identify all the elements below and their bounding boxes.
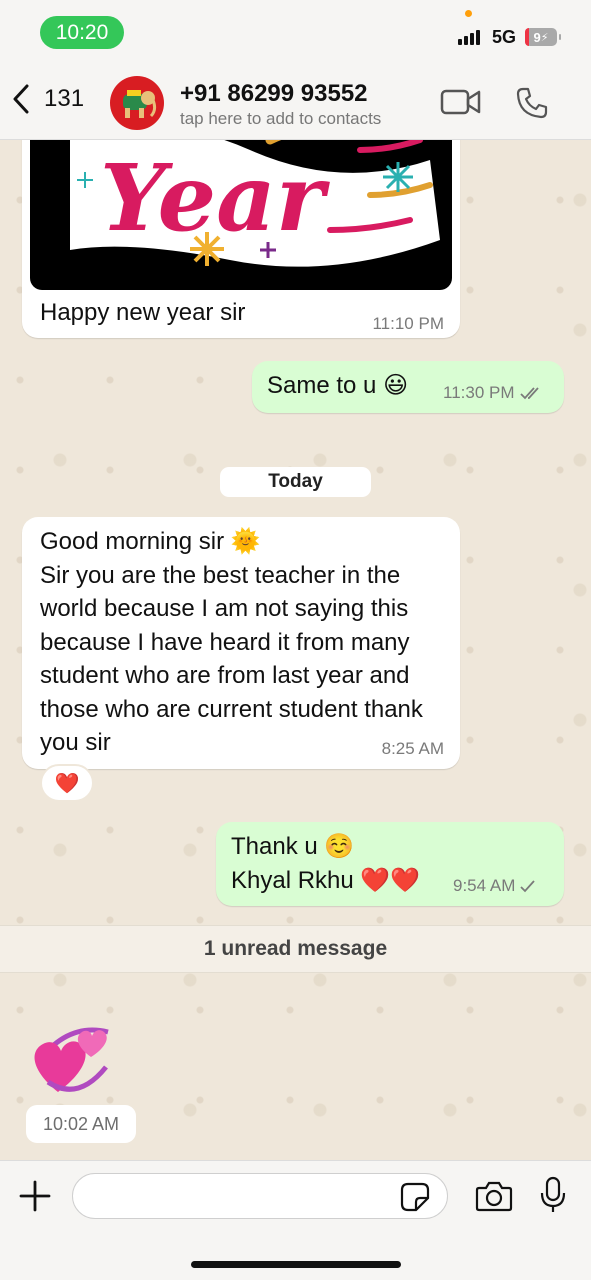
message-bubble-incoming[interactable]: Good morning sir 🌞 Sir you are the best … [22,517,460,769]
composer-bar [0,1160,591,1280]
video-camera-icon [440,89,481,115]
video-call-button[interactable] [440,88,482,121]
sticker-button[interactable] [400,1182,430,1217]
single-check-icon [520,880,536,893]
message-text: Same to u 😃 [267,372,409,399]
svg-text:Year: Year [100,144,331,252]
elephant-icon [123,90,157,118]
message-bubble-outgoing[interactable]: Same to u 😃 11:30 PM [252,361,564,413]
unread-divider: 1 unread message [0,925,591,973]
status-time: 10:20 [40,16,124,49]
day-divider: Today [220,467,371,497]
reaction-badge[interactable]: ❤️ [40,764,94,802]
voice-call-button[interactable] [515,86,549,125]
message-line: Good morning sir 🌞 [40,528,261,555]
new-year-image[interactable]: Year [30,120,452,290]
contact-subtitle[interactable]: tap here to add to contacts [180,109,381,129]
message-bubble-incoming[interactable]: Year Happy new year sir 11:10 PM [22,120,460,338]
microphone-button[interactable] [540,1176,566,1219]
message-time: 8:25 AM [381,739,444,758]
camera-button[interactable] [475,1180,513,1217]
message-meta: 11:30 PM [443,383,544,403]
message-text: Happy new year sir [40,299,246,326]
chevron-left-icon [13,84,29,114]
message-time: 9:54 AM [453,876,516,895]
microphone-icon [540,1176,566,1212]
charging-bolt-icon: ⚡ [540,31,549,44]
message-input[interactable] [72,1173,448,1219]
sticker-icon [400,1182,430,1212]
battery-icon: 9 ⚡ [525,28,561,46]
back-button[interactable]: 131 [12,84,84,114]
plus-icon [19,1180,51,1212]
message-line: Khyal Rkhu ❤️❤️ [231,866,421,894]
unread-count: 131 [44,85,85,112]
camera-icon [475,1181,513,1212]
network-type: 5G [492,27,517,47]
hearts-sticker[interactable] [28,1012,114,1098]
message-time: 11:10 PM [372,314,444,333]
heart-reaction-icon: ❤️ [54,772,80,795]
message-text: Thank u ☺️ Khyal Rkhu ❤️❤️ [231,830,420,897]
message-time: 10:02 AM [26,1105,136,1143]
message-bubble-outgoing[interactable]: Thank u ☺️ Khyal Rkhu ❤️❤️ 9:54 AM [216,822,564,906]
attach-button[interactable] [18,1179,52,1218]
message-line: Thank u ☺️ [231,833,355,860]
message-line: Sir you are the best teacher in the worl… [40,561,423,757]
status-bar: 10:20 5G 9 ⚡ [0,0,591,62]
chat-header: 131 +91 86299 93552 tap here to add to c… [0,62,591,140]
battery-level: 9 [533,29,541,45]
contact-name[interactable]: +91 86299 93552 [180,80,368,108]
phone-icon [516,87,548,119]
message-text: Good morning sir 🌞 Sir you are the best … [40,525,450,760]
double-check-icon [519,387,539,400]
privacy-indicator [465,10,472,17]
home-indicator[interactable] [191,1261,401,1268]
message-meta: 9:54 AM [453,876,536,896]
avatar[interactable] [110,76,164,130]
signal-icon [458,30,480,45]
message-time: 11:30 PM [443,383,515,402]
